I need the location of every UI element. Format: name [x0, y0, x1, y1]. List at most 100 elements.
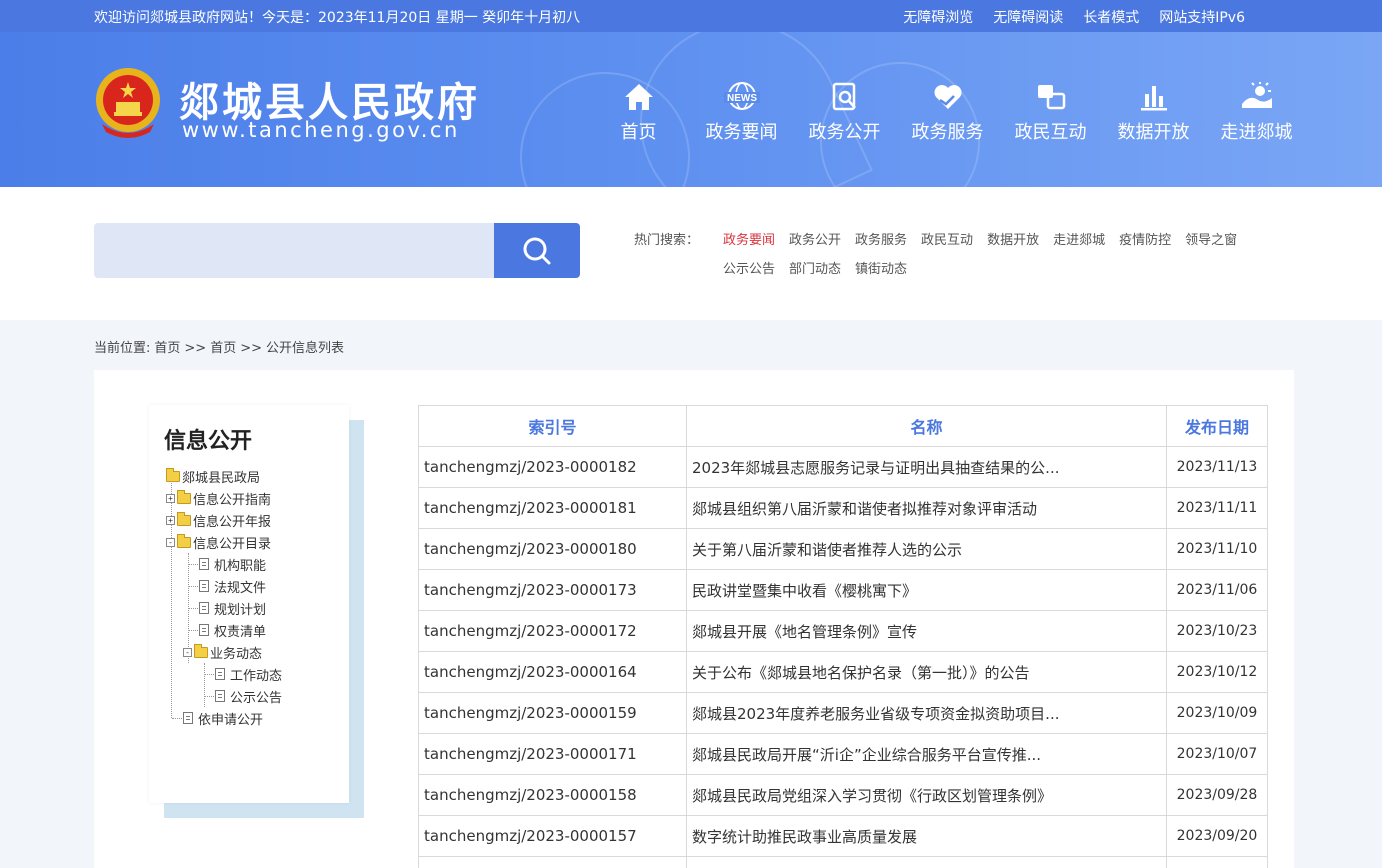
hot-search-list: 政务要闻 政务公开 政务服务 政民互动 数据开放 走进郯城 疫情防控 领导之窗 … — [723, 229, 1293, 277]
table-row[interactable]: tanchengmzj/2023-0000171 郯城县民政局开展“沂i企”企业综… — [418, 733, 1268, 775]
landscape-icon — [1241, 82, 1272, 108]
tree-node-root[interactable]: 郯城县民政局 — [166, 465, 282, 487]
cell-title-link[interactable]: 郯城县民政局党组深入学习贯彻《行政区划管理条例》 — [686, 774, 1167, 816]
hot-search-item[interactable]: 政务服务 — [855, 229, 907, 248]
ipv6-link[interactable]: 网站支持IPv6 — [1159, 7, 1245, 27]
nav-data[interactable]: 数据开放 — [1102, 78, 1205, 144]
document-icon — [183, 712, 193, 724]
table-row[interactable]: tanchengmzj/2023-0000172 郯城县开展《地名管理条例》宣传 2… — [418, 610, 1268, 652]
table-header-row: 索引号 名称 发布日期 — [418, 405, 1268, 447]
nav-open[interactable]: 政务公开 — [793, 78, 896, 144]
tree-node-work-news[interactable]: 工作动态 — [166, 663, 282, 685]
collapse-icon[interactable]: - — [183, 647, 192, 657]
tree-node-on-request[interactable]: 依申请公开 — [166, 707, 282, 729]
sidebar: 信息公开 郯城县民政局 + 信息公开指南 + 信息公开年报 - 信息公开目录 机构职能… — [149, 405, 349, 803]
table-row[interactable]: tanchengmzj/2023-0000182 2023年郯城县志愿服务记录与证… — [418, 446, 1268, 488]
tree-label: 规划计划 — [214, 602, 267, 618]
cell-date: 2023/10/12 — [1166, 651, 1268, 693]
hot-search-item[interactable]: 走进郯城 — [1053, 229, 1105, 248]
cell-date: 2023/11/06 — [1166, 569, 1268, 611]
tree-node-functions[interactable]: 机构职能 — [166, 553, 282, 575]
column-header-name: 名称 — [686, 405, 1167, 447]
tree-node-plans[interactable]: 规划计划 — [166, 597, 282, 619]
search-button[interactable] — [494, 223, 580, 278]
tree-node-regulations[interactable]: 法规文件 — [166, 575, 282, 597]
hot-search-item[interactable]: 部门动态 — [789, 258, 841, 277]
table-row[interactable]: tanchengmzj/2023-0000181 郯城县组织第八届沂蒙和谐使者拟推… — [418, 487, 1268, 529]
nav-home[interactable]: 首页 — [587, 78, 690, 144]
hot-search-item[interactable]: 政务要闻 — [723, 229, 775, 248]
breadcrumb-separator: >> — [240, 341, 263, 356]
directory-tree: 郯城县民政局 + 信息公开指南 + 信息公开年报 - 信息公开目录 机构职能 法规文件… — [166, 465, 282, 729]
cell-title-link[interactable]: 郯城县2023年度养老服务业省级专项资金拟资助项目... — [686, 692, 1167, 734]
accessibility-read-link[interactable]: 无障碍阅读 — [993, 7, 1063, 27]
sidebar-title: 信息公开 — [164, 429, 253, 454]
tree-label: 工作动态 — [230, 668, 283, 684]
nav-news[interactable]: NEWS 政务要闻 — [690, 78, 793, 144]
breadcrumb-separator: >> — [184, 341, 207, 356]
nav-label: 政务公开 — [808, 122, 881, 143]
cell-title-link[interactable]: 郯城县民政局开展“沂i企”企业综合服务平台宣传推... — [686, 733, 1167, 775]
accessibility-browse-link[interactable]: 无障碍浏览 — [903, 7, 973, 27]
tree-label: 法规文件 — [214, 580, 267, 596]
hot-search-item[interactable]: 镇街动态 — [855, 258, 907, 277]
tree-node-guide[interactable]: + 信息公开指南 — [166, 487, 282, 509]
folder-icon — [177, 489, 191, 504]
hot-search-item[interactable]: 数据开放 — [987, 229, 1039, 248]
national-emblem-icon — [96, 68, 160, 138]
expand-icon[interactable]: + — [166, 493, 175, 503]
cell-title-link[interactable]: 关于第八届沂蒙和谐使者推荐人选的公示 — [686, 528, 1167, 570]
table-row[interactable] — [418, 856, 1268, 868]
cell-date — [1166, 856, 1268, 868]
table-row[interactable]: tanchengmzj/2023-0000164 关于公布《郯城县地名保护名录（第… — [418, 651, 1268, 693]
cell-index: tanchengmzj/2023-0000180 — [418, 528, 687, 570]
tree-node-catalog[interactable]: - 信息公开目录 — [166, 531, 282, 553]
cell-title-link[interactable]: 民政讲堂暨集中收看《樱桃寓下》 — [686, 569, 1167, 611]
nav-service[interactable]: 政务服务 — [896, 78, 999, 144]
cell-date: 2023/09/20 — [1166, 815, 1268, 857]
tree-node-annual-report[interactable]: + 信息公开年报 — [166, 509, 282, 531]
tree-node-business[interactable]: - 业务动态 — [166, 641, 282, 663]
hot-search-item[interactable]: 公示公告 — [723, 258, 775, 277]
cell-title-link[interactable] — [686, 856, 1167, 868]
tree-label: 权责清单 — [214, 624, 267, 640]
table-row[interactable]: tanchengmzj/2023-0000158 郯城县民政局党组深入学习贯彻《行… — [418, 774, 1268, 816]
table-row[interactable]: tanchengmzj/2023-0000157 数字统计助推民政事业高质量发展 2… — [418, 815, 1268, 857]
breadcrumb-home[interactable]: 首页 — [154, 341, 180, 356]
nav-about[interactable]: 走进郯城 — [1205, 78, 1308, 144]
tree-label: 信息公开指南 — [193, 492, 272, 508]
table-row[interactable]: tanchengmzj/2023-0000173 民政讲堂暨集中收看《樱桃寓下》 2… — [418, 569, 1268, 611]
cell-title-link[interactable]: 数字统计助推民政事业高质量发展 — [686, 815, 1167, 857]
table-row[interactable]: tanchengmzj/2023-0000180 关于第八届沂蒙和谐使者推荐人选的… — [418, 528, 1268, 570]
folder-icon — [166, 467, 180, 482]
elder-mode-link[interactable]: 长者模式 — [1083, 7, 1139, 27]
breadcrumb-current: 公开信息列表 — [266, 341, 345, 356]
cell-date: 2023/11/11 — [1166, 487, 1268, 529]
bar-chart-icon — [1140, 86, 1167, 111]
expand-icon[interactable]: + — [166, 515, 175, 525]
cell-title-link[interactable]: 郯城县开展《地名管理条例》宣传 — [686, 610, 1167, 652]
cell-title-link[interactable]: 2023年郯城县志愿服务记录与证明出具抽查结果的公... — [686, 446, 1167, 488]
search-input[interactable] — [94, 223, 494, 278]
document-icon — [215, 690, 225, 702]
hot-search-item[interactable]: 政务公开 — [789, 229, 841, 248]
nav-label: 政务服务 — [911, 122, 984, 143]
nav-interact[interactable]: 政民互动 — [999, 78, 1102, 144]
tree-node-announcements[interactable]: 公示公告 — [166, 685, 282, 707]
tree-node-responsibilities[interactable]: 权责清单 — [166, 619, 282, 641]
breadcrumb-home[interactable]: 首页 — [210, 341, 236, 356]
heart-hand-icon — [934, 85, 961, 109]
hot-search-item[interactable]: 政民互动 — [921, 229, 973, 248]
cell-index: tanchengmzj/2023-0000159 — [418, 692, 687, 734]
cell-title-link[interactable]: 关于公布《郯城县地名保护名录（第一批）》的公告 — [686, 651, 1167, 693]
info-list-table: 索引号 名称 发布日期 tanchengmzj/2023-0000182 2023… — [418, 405, 1268, 868]
hot-search-item[interactable]: 领导之窗 — [1185, 229, 1237, 248]
collapse-icon[interactable]: - — [166, 537, 175, 547]
search-band: 热门搜索： 政务要闻 政务公开 政务服务 政民互动 数据开放 走进郯城 疫情防控… — [0, 187, 1382, 320]
welcome-text: 欢迎访问郯城县政府网站！今天是：2023年11月20日 星期一 癸卯年十月初八 — [94, 10, 581, 26]
cell-title-link[interactable]: 郯城县组织第八届沂蒙和谐使者拟推荐对象评审活动 — [686, 487, 1167, 529]
document-icon — [199, 602, 209, 614]
hot-search-item[interactable]: 疫情防控 — [1119, 229, 1171, 248]
table-row[interactable]: tanchengmzj/2023-0000159 郯城县2023年度养老服务业省级… — [418, 692, 1268, 734]
tree-label: 机构职能 — [214, 558, 267, 574]
